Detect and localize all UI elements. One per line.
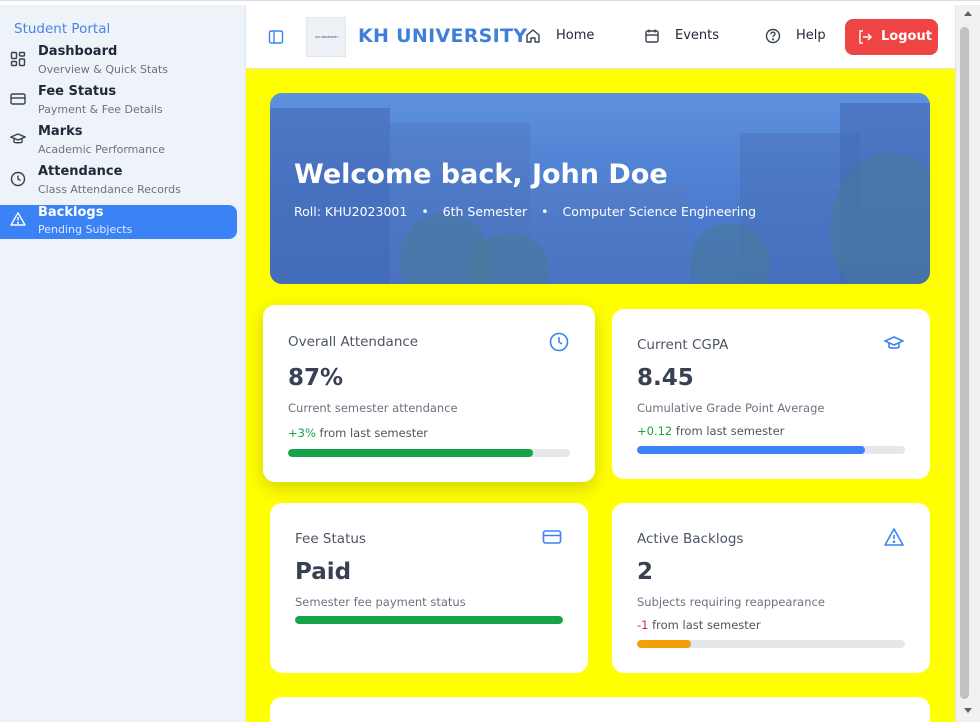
scroll-thumb[interactable] bbox=[960, 27, 969, 699]
scroll-down-arrow-icon[interactable] bbox=[964, 708, 972, 713]
cgpa-card[interactable]: Current CGPA 8.45 Cumulative Grade Point… bbox=[612, 309, 930, 479]
scroll-up-arrow-icon[interactable] bbox=[964, 11, 972, 16]
logout-label: Logout bbox=[881, 29, 932, 44]
fee-progress-bar bbox=[295, 616, 563, 624]
card-title: Current CGPA bbox=[637, 337, 729, 353]
credit-card-icon bbox=[542, 530, 562, 544]
warning-triangle-icon bbox=[884, 528, 904, 546]
clock-icon bbox=[549, 332, 569, 352]
sidebar-title: Student Portal bbox=[14, 21, 111, 37]
calendar-icon bbox=[645, 29, 659, 43]
brand-name[interactable]: KH UNIVERSITY bbox=[358, 25, 527, 47]
card-value: 2 bbox=[637, 559, 654, 585]
student-meta: Roll: KHU2023001 • 6th Semester • Comput… bbox=[294, 204, 764, 219]
nav-events-label: Events bbox=[675, 28, 720, 43]
meta-separator: • bbox=[541, 204, 549, 219]
sidebar-item-label: Backlogs bbox=[38, 205, 104, 220]
logout-icon bbox=[859, 30, 873, 44]
home-icon bbox=[526, 29, 540, 43]
card-value: 87% bbox=[288, 365, 344, 391]
semester: 6th Semester bbox=[442, 204, 528, 219]
card-trend: +0.12 from last semester bbox=[637, 424, 784, 438]
sidebar-item-subtitle: Overview & Quick Stats bbox=[38, 63, 169, 76]
sidebar-item-dashboard[interactable]: Dashboard Overview & Quick Stats bbox=[0, 44, 237, 79]
credit-card-icon bbox=[10, 93, 26, 105]
card-description: Semester fee payment status bbox=[295, 595, 466, 609]
sidebar-item-label: Attendance bbox=[38, 164, 123, 179]
sidebar-item-subtitle: Academic Performance bbox=[38, 143, 165, 156]
top-header: KH UNIVERSITY KH UNIVERSITY Home Events … bbox=[246, 5, 955, 69]
sidebar-item-subtitle: Pending Subjects bbox=[38, 223, 133, 236]
trend-delta: +0.12 bbox=[637, 424, 673, 438]
backlogs-progress-bar bbox=[637, 640, 905, 648]
progress-fill bbox=[288, 449, 534, 457]
trend-text: from last semester bbox=[319, 426, 429, 440]
nav-home[interactable]: Home bbox=[525, 27, 615, 47]
sidebar-item-subtitle: Payment & Fee Details bbox=[38, 103, 163, 116]
fee-status-card[interactable]: Fee Status Paid Semester fee payment sta… bbox=[270, 503, 588, 673]
welcome-banner: Welcome back, John Doe Roll: KHU2023001 … bbox=[270, 93, 930, 284]
card-title: Overall Attendance bbox=[288, 334, 419, 350]
help-circle-icon bbox=[765, 28, 781, 44]
trend-delta: +3% bbox=[288, 426, 316, 440]
progress-fill bbox=[637, 446, 865, 454]
graduation-cap-icon bbox=[10, 133, 26, 144]
app-window: Student Portal Dashboard Overview & Quic… bbox=[0, 0, 980, 722]
logout-button[interactable]: Logout bbox=[845, 19, 938, 55]
card-trend: -1 from last semester bbox=[637, 618, 761, 632]
card-description: Current semester attendance bbox=[288, 401, 458, 415]
main-content: Welcome back, John Doe Roll: KHU2023001 … bbox=[246, 69, 955, 722]
nav-help-label: Help bbox=[796, 28, 826, 43]
trend-text: from last semester bbox=[652, 618, 761, 632]
sidebar-toggle-icon[interactable] bbox=[268, 29, 284, 45]
graduation-cap-icon bbox=[884, 336, 904, 349]
sidebar-item-label: Marks bbox=[38, 124, 83, 139]
clock-icon bbox=[10, 171, 26, 187]
nav-events[interactable]: Events bbox=[644, 27, 744, 47]
trend-delta: -1 bbox=[637, 618, 649, 632]
sidebar-item-attendance[interactable]: Attendance Class Attendance Records bbox=[0, 164, 237, 199]
card-description: Subjects requiring reappearance bbox=[637, 595, 825, 609]
page-scrollbar[interactable] bbox=[955, 5, 980, 722]
sidebar: Student Portal Dashboard Overview & Quic… bbox=[0, 5, 246, 722]
attendance-progress-bar bbox=[288, 449, 570, 457]
progress-fill bbox=[295, 616, 563, 624]
trend-text: from last semester bbox=[675, 424, 785, 438]
card-description: Cumulative Grade Point Average bbox=[637, 401, 825, 415]
attendance-card[interactable]: Overall Attendance 87% Current semester … bbox=[263, 305, 595, 482]
card-value: 8.45 bbox=[637, 365, 694, 391]
sidebar-item-backlogs[interactable]: Backlogs Pending Subjects bbox=[0, 205, 237, 239]
nav-help[interactable]: Help bbox=[765, 27, 845, 47]
card-title: Fee Status bbox=[295, 531, 366, 547]
program: Computer Science Engineering bbox=[562, 204, 757, 219]
card-title: Active Backlogs bbox=[637, 531, 744, 547]
next-section-card bbox=[270, 697, 930, 722]
dashboard-grid-icon bbox=[10, 51, 26, 67]
sidebar-item-subtitle: Class Attendance Records bbox=[38, 183, 181, 196]
warning-triangle-icon bbox=[10, 212, 26, 226]
nav-home-label: Home bbox=[556, 28, 595, 43]
cgpa-progress-bar bbox=[637, 446, 905, 454]
sidebar-item-fee-status[interactable]: Fee Status Payment & Fee Details bbox=[0, 84, 237, 119]
university-logo[interactable]: KH UNIVERSITY bbox=[306, 17, 346, 57]
sidebar-item-label: Fee Status bbox=[38, 84, 117, 99]
backlogs-card[interactable]: Active Backlogs 2 Subjects requiring rea… bbox=[612, 503, 930, 673]
card-trend: +3% from last semester bbox=[288, 426, 428, 440]
card-value: Paid bbox=[295, 559, 352, 585]
progress-fill bbox=[637, 640, 691, 648]
roll-number: Roll: KHU2023001 bbox=[294, 204, 408, 219]
meta-separator: • bbox=[421, 204, 429, 219]
welcome-title: Welcome back, John Doe bbox=[294, 159, 668, 190]
sidebar-item-label: Dashboard bbox=[38, 44, 118, 59]
sidebar-item-marks[interactable]: Marks Academic Performance bbox=[0, 124, 237, 159]
logo-mark: KH UNIVERSITY bbox=[315, 35, 339, 39]
